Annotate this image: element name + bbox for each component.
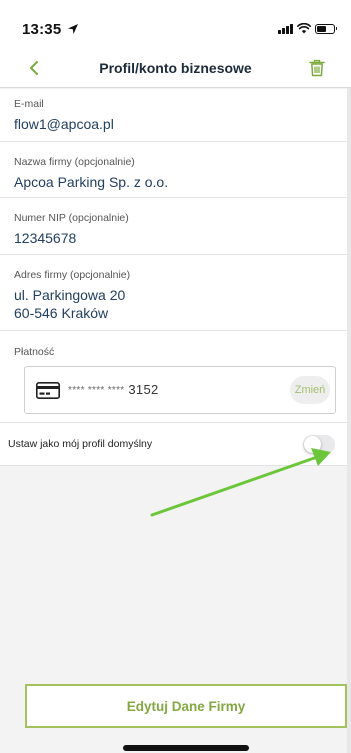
company-name-field[interactable]: Nazwa firmy (opcjonalnie) Apcoa Parking … bbox=[0, 142, 347, 198]
address-line-2: 60-546 Kraków bbox=[14, 305, 109, 321]
default-profile-label: Ustaw jako mój profil domyślny bbox=[8, 438, 153, 450]
nip-field[interactable]: Numer NIP (opcjonalnie) 12345678 bbox=[0, 198, 347, 255]
nip-value: 12345678 bbox=[14, 230, 77, 246]
location-arrow-icon bbox=[68, 24, 78, 34]
status-time: 13:35 bbox=[22, 21, 62, 38]
signal-icon bbox=[278, 23, 293, 34]
payment-card[interactable]: **** **** **** 3152 Zmień bbox=[24, 366, 336, 414]
home-indicator bbox=[123, 745, 249, 751]
trash-icon bbox=[309, 59, 325, 77]
credit-card-icon bbox=[36, 382, 60, 399]
phone-screen: 13:35 Profil/konto biznesowe E-mail flow… bbox=[0, 0, 351, 753]
wifi-icon bbox=[297, 23, 311, 34]
status-bar: 13:35 bbox=[0, 0, 351, 48]
default-profile-row: Ustaw jako mój profil domyślny bbox=[0, 423, 347, 466]
address-label: Adres firmy (opcjonalnie) bbox=[14, 269, 131, 281]
company-address-field[interactable]: Adres firmy (opcjonalnie) ul. Parkingowa… bbox=[0, 255, 347, 331]
nip-label: Numer NIP (opcjonalnie) bbox=[14, 212, 129, 224]
card-last-digits: 3152 bbox=[128, 382, 159, 397]
battery-icon bbox=[315, 23, 337, 34]
card-number: **** **** **** 3152 bbox=[68, 382, 159, 397]
company-name-label: Nazwa firmy (opcjonalnie) bbox=[14, 156, 135, 168]
email-field[interactable]: E-mail flow1@apcoa.pl bbox=[0, 89, 347, 142]
chevron-left-icon bbox=[30, 61, 38, 75]
company-name-value: Apcoa Parking Sp. z o.o. bbox=[14, 174, 169, 190]
screen-edge bbox=[347, 0, 351, 753]
email-value: flow1@apcoa.pl bbox=[14, 116, 114, 132]
status-indicators bbox=[278, 23, 337, 34]
profile-form: E-mail flow1@apcoa.pl Nazwa firmy (opcjo… bbox=[0, 89, 347, 466]
back-button[interactable] bbox=[22, 56, 46, 80]
payment-label: Płatność bbox=[14, 346, 55, 358]
change-payment-button[interactable]: Zmień bbox=[290, 376, 330, 404]
email-label: E-mail bbox=[14, 98, 44, 110]
default-profile-toggle[interactable] bbox=[303, 435, 335, 454]
payment-section: Płatność **** **** **** 3152 Zmień bbox=[0, 331, 347, 423]
navigation-bar: Profil/konto biznesowe bbox=[0, 48, 351, 88]
delete-profile-button[interactable] bbox=[305, 56, 329, 80]
edit-company-data-button[interactable]: Edytuj Dane Firmy bbox=[25, 684, 347, 728]
toggle-knob bbox=[304, 436, 321, 453]
card-mask: **** **** **** bbox=[68, 385, 125, 396]
address-line-1: ul. Parkingowa 20 bbox=[14, 287, 126, 303]
page-title: Profil/konto biznesowe bbox=[99, 60, 252, 76]
